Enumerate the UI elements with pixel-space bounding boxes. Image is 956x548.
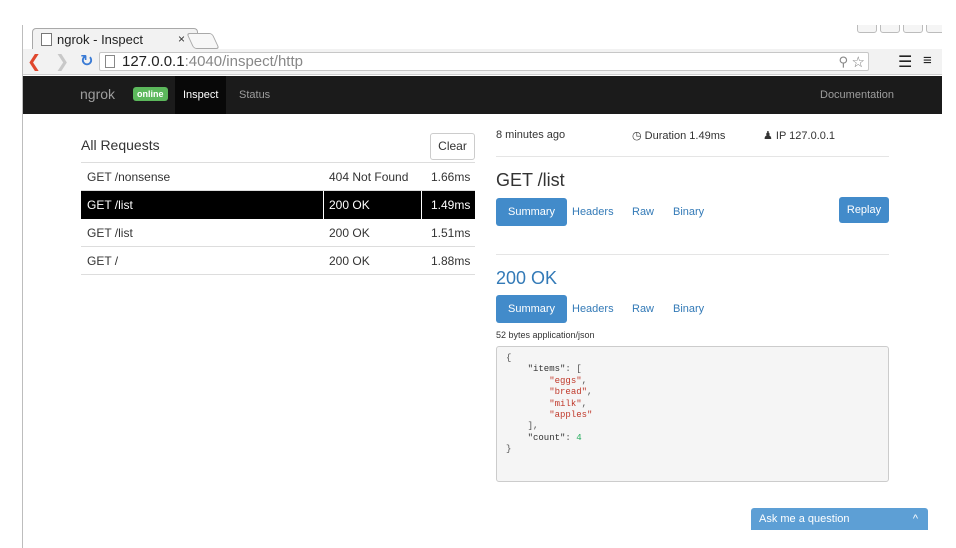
request-duration: 1.51ms bbox=[431, 226, 471, 240]
divider bbox=[496, 156, 889, 157]
ask-label: Ask me a question bbox=[759, 513, 850, 525]
url-text: 127.0.0.1:4040/inspect/http bbox=[122, 53, 303, 70]
browser-toolbar: ❮ ❯ ↻ 127.0.0.1:4040/inspect/http ⚲ ☆ ☰ … bbox=[23, 49, 942, 75]
online-badge: online bbox=[133, 87, 168, 101]
maximize-icon[interactable] bbox=[903, 25, 923, 33]
nav-status[interactable]: Status bbox=[239, 89, 270, 101]
menu-icon[interactable]: ≡ bbox=[923, 52, 932, 69]
tab-response-summary[interactable]: Summary bbox=[496, 295, 568, 323]
ask-question-widget[interactable]: Ask me a question ^ bbox=[751, 508, 928, 530]
json-body: { "items": [ "eggs", "bread", "milk", "a… bbox=[496, 346, 889, 482]
page-icon bbox=[41, 33, 52, 46]
nav-documentation[interactable]: Documentation bbox=[820, 89, 894, 101]
tab-request-headers[interactable]: Headers bbox=[560, 198, 626, 226]
table-row[interactable]: GET / 200 OK 1.88ms bbox=[81, 247, 475, 275]
requests-title: All Requests bbox=[81, 137, 160, 153]
chevron-up-icon[interactable]: ^ bbox=[913, 508, 918, 530]
tab-request-raw[interactable]: Raw bbox=[620, 198, 666, 226]
request-path: GET /list bbox=[87, 226, 133, 240]
duration-meta: ◷ Duration 1.49ms bbox=[632, 130, 726, 142]
table-row[interactable]: GET /list 200 OK 1.51ms bbox=[81, 219, 475, 247]
bookmark-star-icon[interactable]: ☆ bbox=[852, 53, 865, 71]
tab-response-raw[interactable]: Raw bbox=[620, 295, 666, 323]
response-size: 52 bytes application/json bbox=[496, 330, 595, 340]
tab-response-binary[interactable]: Binary bbox=[661, 295, 716, 323]
tab-response-headers[interactable]: Headers bbox=[560, 295, 626, 323]
request-path: GET /list bbox=[87, 198, 133, 212]
browser-window: ngrok - Inspect × ❮ ❯ ↻ 127.0.0.1:4040/i… bbox=[22, 25, 942, 548]
request-duration: 1.49ms bbox=[431, 198, 471, 212]
request-duration: 1.88ms bbox=[431, 254, 471, 268]
request-status: 200 OK bbox=[329, 198, 370, 212]
request-heading: GET /list bbox=[496, 170, 565, 190]
tab-strip: ngrok - Inspect × bbox=[23, 25, 942, 50]
divider bbox=[496, 254, 889, 255]
request-status: 200 OK bbox=[329, 226, 370, 240]
tab-request-binary[interactable]: Binary bbox=[661, 198, 716, 226]
tab-request-summary[interactable]: Summary bbox=[496, 198, 568, 226]
reload-icon[interactable]: ↻ bbox=[80, 51, 93, 71]
back-icon[interactable]: ❮ bbox=[27, 52, 41, 72]
replay-button[interactable]: Replay bbox=[839, 197, 889, 223]
window-control-icon[interactable] bbox=[857, 25, 877, 33]
table-row-selected[interactable]: GET /list 200 OK 1.49ms bbox=[81, 191, 475, 219]
page-icon bbox=[105, 55, 115, 68]
minimize-icon[interactable] bbox=[880, 25, 900, 33]
request-duration: 1.66ms bbox=[431, 170, 471, 184]
request-status: 200 OK bbox=[329, 254, 370, 268]
response-heading: 200 OK bbox=[496, 268, 558, 288]
browser-tab[interactable]: ngrok - Inspect × bbox=[32, 28, 198, 50]
tab-title: ngrok - Inspect bbox=[57, 32, 143, 47]
requests-table: GET /nonsense 404 Not Found 1.66ms GET /… bbox=[81, 162, 475, 275]
clear-button[interactable]: Clear bbox=[430, 133, 475, 160]
close-window-icon[interactable] bbox=[926, 25, 942, 33]
nav-inspect[interactable]: Inspect bbox=[175, 76, 227, 114]
ngrok-navbar: ngrok online Inspect Status Documentatio… bbox=[23, 76, 942, 114]
user-icon: ♟ bbox=[763, 130, 776, 142]
zoom-icon[interactable]: ⚲ bbox=[838, 54, 848, 70]
table-row[interactable]: GET /nonsense 404 Not Found 1.66ms bbox=[81, 163, 475, 191]
cell-divider bbox=[421, 191, 422, 219]
forward-icon[interactable]: ❯ bbox=[55, 52, 69, 72]
close-tab-icon[interactable]: × bbox=[178, 32, 185, 46]
request-path: GET /nonsense bbox=[87, 170, 171, 184]
extension-icon[interactable]: ☰ bbox=[898, 52, 912, 72]
request-path: GET / bbox=[87, 254, 119, 268]
brand-logo[interactable]: ngrok bbox=[80, 86, 115, 102]
clock-icon: ◷ bbox=[632, 130, 645, 142]
cell-divider bbox=[323, 191, 324, 219]
request-status: 404 Not Found bbox=[329, 170, 409, 184]
address-bar[interactable]: 127.0.0.1:4040/inspect/http ⚲ ☆ bbox=[99, 52, 869, 71]
time-ago: 8 minutes ago bbox=[496, 129, 566, 141]
ip-meta: ♟ IP 127.0.0.1 bbox=[763, 130, 836, 142]
